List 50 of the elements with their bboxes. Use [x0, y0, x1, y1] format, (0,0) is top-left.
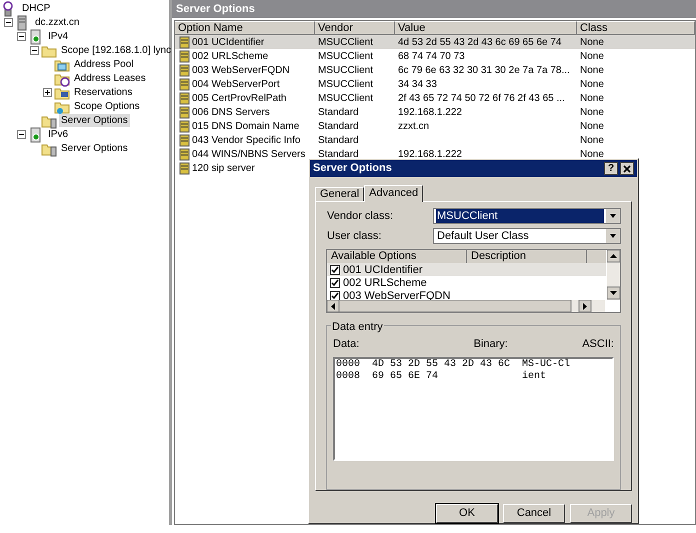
- table-cell-text: MSUCClient: [318, 78, 374, 92]
- table-cell-text: 043 Vendor Specific Info: [192, 134, 300, 148]
- hex-bytes: 4D 53 2D 55 43 2D 43 6C: [372, 358, 512, 370]
- table-cell-text: MSUCClient: [318, 92, 374, 106]
- table-cell-text: None: [580, 36, 604, 50]
- field-label: Data:: [333, 337, 360, 352]
- table-cell-text: 002 URLScheme: [192, 50, 268, 64]
- table-cell-text: 001 UCIdentifier: [192, 36, 264, 50]
- table-cell-text: MSUCClient: [318, 50, 374, 64]
- field-label: Binary:: [474, 337, 508, 352]
- table-cell-text: None: [580, 148, 604, 162]
- table-cell-text: MSUCClient: [318, 36, 374, 50]
- table-cell-text: 120 sip server: [192, 162, 255, 176]
- table-cell-text: None: [580, 64, 604, 78]
- table-cell-text: 015 DNS Domain Name: [192, 120, 300, 134]
- field-label: Vendor class:: [326, 209, 394, 224]
- table-cell-text: Standard: [318, 120, 359, 134]
- table-cell-text: 6c 79 6e 63 32 30 31 30 2e 7a 7a 78...: [398, 64, 570, 78]
- table-cell-text: 192.168.1.222: [398, 148, 462, 162]
- ascii-text: ient: [522, 370, 546, 382]
- table-cell-text: zzxt.cn: [398, 120, 430, 134]
- table-cell-text: None: [580, 50, 604, 64]
- group-title: Data entry: [331, 319, 384, 336]
- field-label: ASCII:: [582, 337, 614, 352]
- dialog-title: Server Options: [313, 161, 392, 176]
- table-cell-text: 4d 53 2d 55 43 2d 43 6c 69 65 6e 74: [398, 36, 562, 50]
- hex-offset: 0000: [336, 358, 362, 370]
- table-cell-text: 2f 43 65 72 74 50 72 6f 76 2f 43 65 ...: [398, 92, 565, 106]
- table-cell-text: None: [580, 92, 604, 106]
- table-cell-text: Standard: [318, 106, 359, 120]
- table-cell-text: Standard: [318, 134, 359, 148]
- table-cell-text: None: [580, 120, 604, 134]
- table-cell-text: 004 WebServerPort: [192, 78, 280, 92]
- table-cell-text: MSUCClient: [318, 64, 374, 78]
- table-cell-text: 044 WINS/NBNS Servers: [192, 148, 306, 162]
- table-cell-text: 34 34 33: [398, 78, 437, 92]
- hex-offset: 0008: [336, 370, 362, 382]
- table-cell-text: 003 WebServerFQDN: [192, 64, 290, 78]
- table-cell-text: Standard: [318, 148, 359, 162]
- field-label: User class:: [326, 228, 382, 244]
- ascii-text: MS-UC-Cl: [522, 358, 570, 370]
- panel-title: Server Options: [172, 0, 696, 18]
- table-cell-text: 68 74 74 70 73: [398, 50, 465, 64]
- table-cell-text: None: [580, 134, 604, 148]
- table-cell-text: 005 CertProvRelPath: [192, 92, 286, 106]
- hex-bytes: 69 65 6E 74: [372, 370, 440, 382]
- table-cell-text: None: [580, 106, 604, 120]
- table-cell-text: 192.168.1.222: [398, 106, 462, 120]
- table-cell-text: 006 DNS Servers: [192, 106, 270, 120]
- table-cell-text: None: [580, 78, 604, 92]
